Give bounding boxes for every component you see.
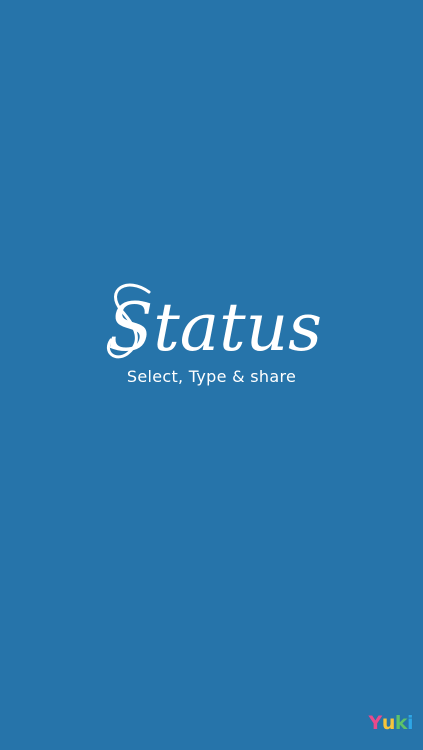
developer-logo-letter: Y xyxy=(368,712,383,734)
developer-logo-letter: k xyxy=(394,712,408,734)
logo-wordmark-text: Status xyxy=(108,289,322,365)
app-logo: Status xyxy=(106,283,322,365)
developer-logo: Y u k i xyxy=(368,712,414,734)
tagline: Select, Type & share xyxy=(126,367,297,386)
developer-logo-letter: u xyxy=(381,712,396,734)
developer-logo-letter: i xyxy=(406,712,414,734)
splash-screen: Status Select, Type & share Y u k i xyxy=(0,0,423,750)
brand-block: Status Select, Type & share xyxy=(0,270,423,386)
